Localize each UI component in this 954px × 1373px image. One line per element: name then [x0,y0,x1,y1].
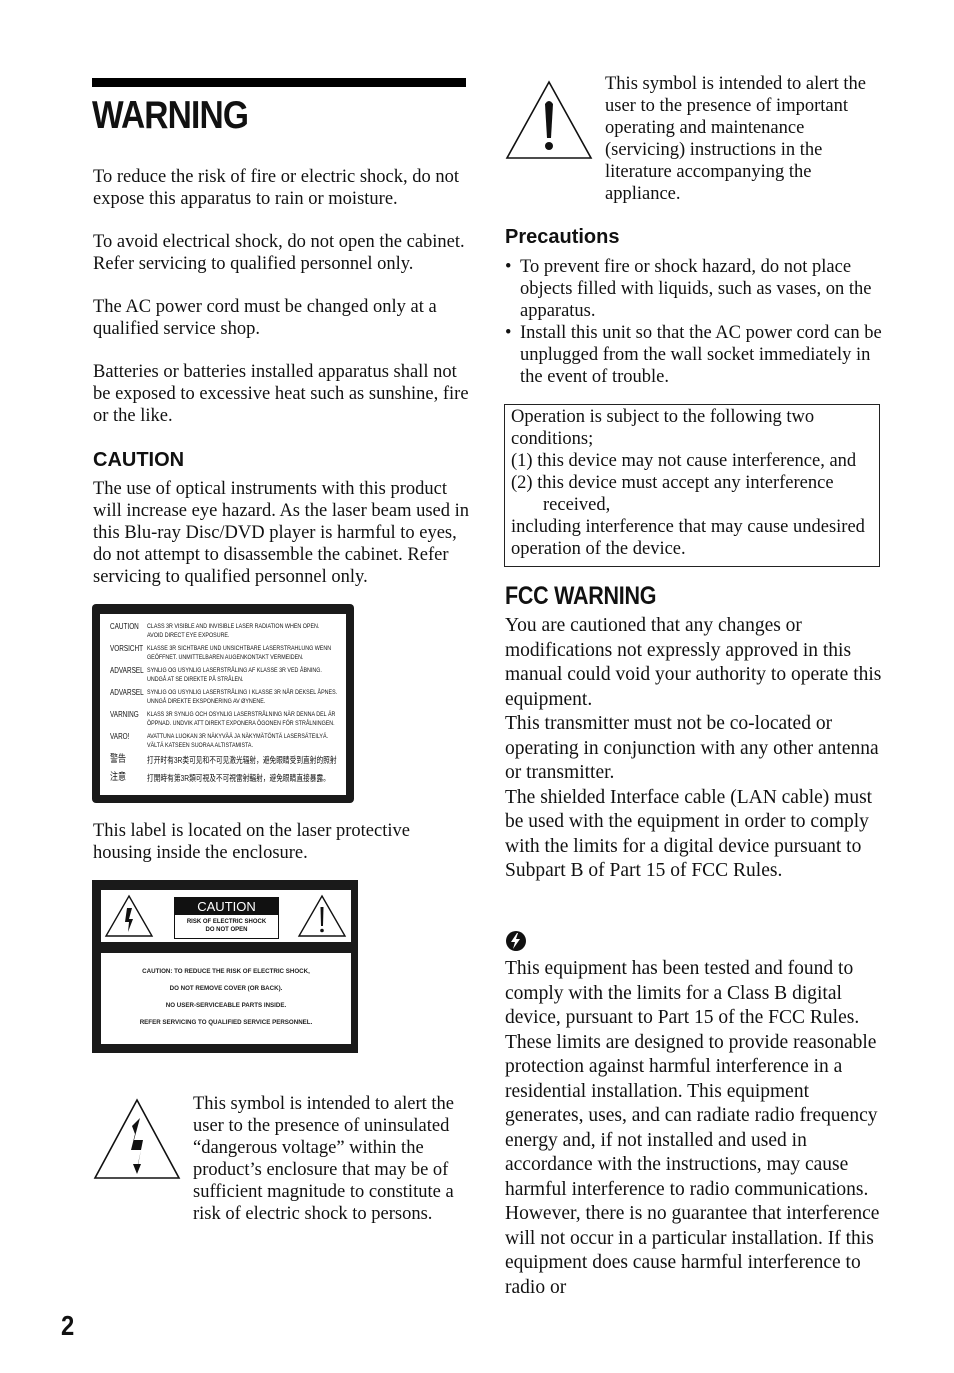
fcc-paragraph: The shielded Interface cable (LAN cable)… [505,786,873,882]
laser-label-line: KLASSE 3R SICHTBARE UND UNSICHTBARE LASE… [147,645,332,652]
fcc-paragraph: You are cautioned that any changes or mo… [505,615,882,710]
laser-label-text: SYNLIG OG USYNLIG LASERSTRÅLING AF KLASS… [147,666,322,684]
precautions-list: • To prevent fire or shock hazard, do not… [505,256,885,388]
laser-label-line: 打開時有第3R類可視及不可視雷射輻射，避免眼睛直接暴露。 [147,773,330,783]
laser-label-row: 警告 打开时有3R类可见和不可见激光辐射，避免眼睛受到直射的照射 [110,754,342,766]
laser-label-text: KLASS 3R SYNLIG OCH OSYNLIG LASERSTRÅLNI… [147,710,336,728]
laser-label-text: SYNLIG OG USYNLIG LASERSTRÅLING I KLASSE… [147,688,338,706]
conditions-intro: Operation is subject to the following tw… [511,407,815,449]
caution-panel-bottom: CAUTION: TO REDUCE THE RISK OF ELECTRIC … [101,953,351,1044]
caution-heading: CAUTION [93,449,185,471]
electric-shock-warning-icon [104,894,154,937]
laser-label-line: CLASS 3R VISIBLE AND INVISIBLE LASER RAD… [147,623,320,630]
fcc-warning-body: You are cautioned that any changes or mo… [505,614,885,884]
lightning-triangle-icon [93,1098,181,1179]
caution-box-line: DO NOT OPEN [205,927,248,933]
precaution-item: • Install this unit so that the AC power … [505,322,885,388]
note-body: This equipment has been tested and found… [505,958,880,1298]
page-title: WARNING [92,94,249,137]
laser-label-text: 打开时有3R类可见和不可见激光辐射，避免眼睛受到直射的照射 [147,754,337,766]
caution-panel: CAUTION RISK OF ELECTRIC SHOCK DO NOT OP… [92,880,358,1053]
warning-paragraph: The AC power cord must be changed only a… [93,297,437,339]
conditions-closing: including interference that may cause un… [511,517,865,559]
laser-label-lang: 注意 [110,772,126,783]
laser-label-lang: 警告 [110,754,126,765]
laser-label-row: VARO! AVATTUNA LUOKAN 3R NÄKYVÄÄ JA NÄKY… [110,732,342,750]
caution-panel-line: REFER SERVICING TO QUALIFIED SERVICE PER… [139,1019,313,1026]
caution-panel-line: CAUTION: TO REDUCE THE RISK OF ELECTRIC … [142,968,310,975]
precautions-heading: Precautions [505,226,620,248]
laser-label-text: 打開時有第3R類可視及不可視雷射輻射，避免眼睛直接暴露。 [147,772,330,784]
warning-paragraph: To reduce the risk of fire or electric s… [93,167,459,209]
laser-warning-label: CAUTION CLASS 3R VISIBLE AND INVISIBLE L… [92,604,354,803]
caution-box: CAUTION RISK OF ELECTRIC SHOCK DO NOT OP… [174,897,279,939]
laser-label-row: VARNING KLASS 3R SYNLIG OCH OSYNLIG LASE… [110,710,342,728]
laser-label-row: ADVARSEL SYNLIG OG USYNLIG LASERSTRÅLING… [110,666,342,684]
warning-paragraph: To avoid electrical shock, do not open t… [93,232,465,274]
shock-symbol-description: This symbol is intended to alert the use… [193,1094,455,1224]
laser-label-line: GEÖFFNET. UNMITTELBAREN AUGENKONTAKT VER… [147,654,304,661]
laser-label-line: AVOID DIRECT EYE EXPOSURE. [147,632,230,639]
precaution-text: Install this unit so that the AC power c… [520,323,882,387]
caution-box-heading: CAUTION [175,898,278,915]
operation-conditions-box: Operation is subject to the following tw… [504,404,880,567]
laser-label-lang: VARNING [110,710,139,719]
laser-label-line: UNNGÅ DIREKTE EKSPONERING AV ØYNENE. [147,698,266,705]
laser-label-lang: VORSICHT [110,644,144,653]
bullet-icon: • [505,257,512,277]
caution-box-line: RISK OF ELECTRIC SHOCK [186,919,267,925]
laser-label-lang: ADVARSEL [110,666,144,675]
alert-symbol-description: This symbol is intended to alert the use… [605,74,867,204]
caution-body: The use of optical instruments with this… [93,479,470,587]
condition-item: (2) this device must accept any interfer… [511,473,834,515]
bullet-icon: • [505,323,512,343]
condition-item: (1) this device may not cause interferen… [511,451,857,471]
laser-label-line: ÖPPNAD. UNDVIK ATT DIREKT EXPONERA ÖGONE… [147,720,335,727]
page-number: 2 [61,1310,75,1341]
laser-label-row: ADVARSEL SYNLIG OG USYNLIG LASERSTRÅLING… [110,688,342,706]
caution-panel-line: NO USER-SERVICEABLE PARTS INSIDE. [165,1002,287,1009]
laser-label-line: UNDGÅ AT SE DIREKTE PÅ STRÅLEN. [147,676,244,683]
exclamation-warning-icon [297,894,347,937]
note-icon [506,931,526,951]
fcc-paragraph: This transmitter must not be co-located … [505,713,879,783]
caution-panel-top: CAUTION RISK OF ELECTRIC SHOCK DO NOT OP… [101,890,351,942]
laser-label-text: CLASS 3R VISIBLE AND INVISIBLE LASER RAD… [147,622,320,640]
laser-label-line: SYNLIG OG USYNLIG LASERSTRÅLING I KLASSE… [147,689,338,696]
laser-label-row: 注意 打開時有第3R類可視及不可視雷射輻射，避免眼睛直接暴露。 [110,772,342,784]
laser-label-lang: VARO! [110,732,130,741]
laser-label-text: KLASSE 3R SICHTBARE UND UNSICHTBARE LASE… [147,644,332,662]
laser-label-row: CAUTION CLASS 3R VISIBLE AND INVISIBLE L… [110,622,342,640]
laser-label-line: VÄLTÄ KATSEEN SUORAA ALTISTAMISTA. [147,742,253,749]
laser-label-line: AVATTUNA LUOKAN 3R NÄKYVÄÄ JA NÄKYMÄTÖNT… [147,733,329,740]
title-rule [92,78,466,87]
laser-label-row: VORSICHT KLASSE 3R SICHTBARE UND UNSICHT… [110,644,342,662]
caution-panel-line: DO NOT REMOVE COVER (OR BACK). [169,985,283,992]
laser-label-line: 打开时有3R类可见和不可见激光辐射，避免眼睛受到直射的照射 [147,755,337,765]
laser-label-lang: CAUTION [110,622,139,631]
laser-label-line: KLASS 3R SYNLIG OCH OSYNLIG LASERSTRÅLNI… [147,711,336,718]
laser-label-inner: CAUTION CLASS 3R VISIBLE AND INVISIBLE L… [100,614,346,795]
label-location-note: This label is located on the laser prote… [93,821,410,863]
fcc-warning-heading: FCC WARNING [505,582,657,610]
precaution-item: • To prevent fire or shock hazard, do not… [505,256,885,322]
laser-label-line: SYNLIG OG USYNLIG LASERSTRÅLING AF KLASS… [147,667,322,674]
exclamation-triangle-icon [505,80,593,159]
laser-label-text: AVATTUNA LUOKAN 3R NÄKYVÄÄ JA NÄKYMÄTÖNT… [147,732,329,750]
warning-paragraph: Batteries or batteries installed apparat… [93,362,469,426]
laser-label-lang: ADVARSEL [110,688,144,697]
precaution-text: To prevent fire or shock hazard, do not … [520,257,872,321]
